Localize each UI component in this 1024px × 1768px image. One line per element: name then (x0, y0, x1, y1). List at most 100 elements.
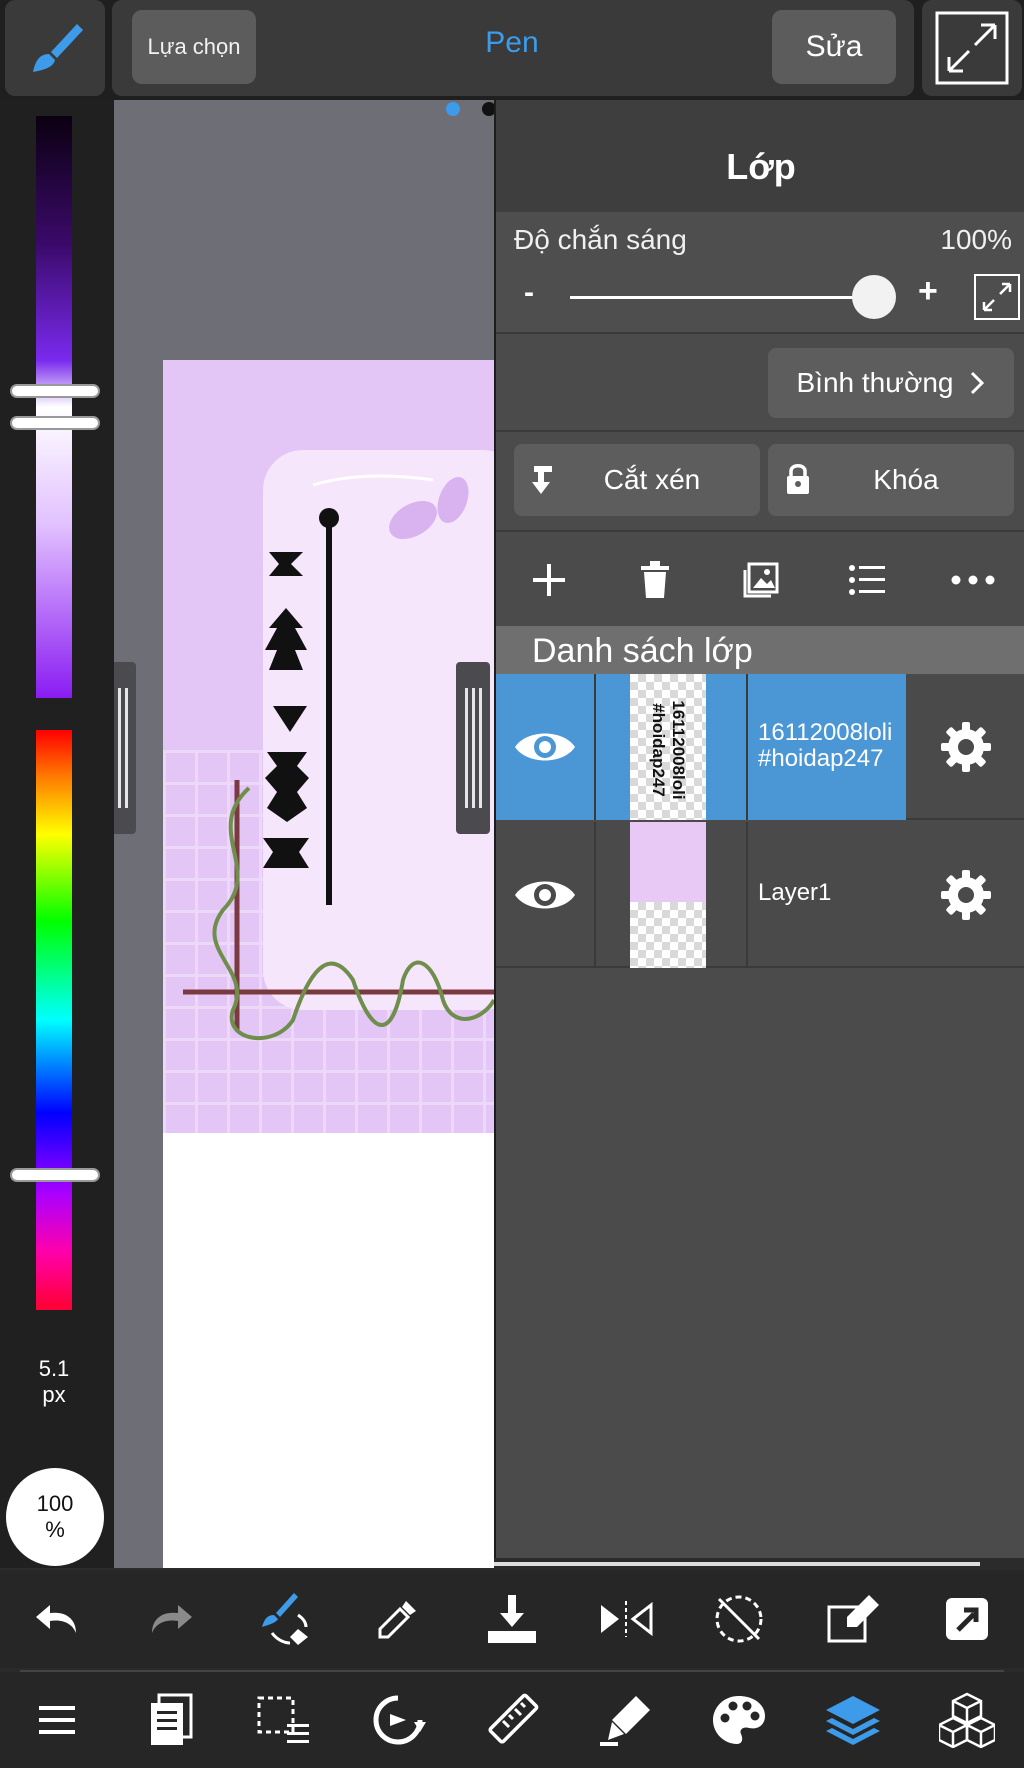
eye-icon (515, 733, 575, 761)
color-panel: 5.1 px 100 % (0, 100, 114, 1568)
layer-thumbnail (630, 822, 706, 968)
bottom-toolbar-primary (0, 1570, 1024, 1668)
layer-opacity-section: Độ chắn sáng 100% - + (496, 212, 1024, 334)
list-icon (849, 565, 885, 595)
layer-actions-bar (496, 534, 1024, 626)
clipping-button[interactable]: Cắt xén (514, 444, 760, 516)
brightness-handle-top[interactable] (12, 386, 98, 396)
layer-list-button[interactable] (821, 540, 913, 620)
opacity-slider-track[interactable] (570, 296, 870, 299)
rotate-canvas-button[interactable] (352, 1680, 444, 1760)
add-layer-button[interactable] (503, 540, 595, 620)
bottom-toolbar-secondary (0, 1672, 1024, 1768)
color-palette-button[interactable] (693, 1680, 785, 1760)
artboard[interactable] (163, 360, 494, 1568)
brush-swap-icon (262, 1593, 309, 1645)
layers-panel: Lớp Độ chắn sáng 100% - + Bình thường Cắ… (494, 100, 1024, 1558)
blend-mode-button[interactable]: Bình thường (768, 348, 1014, 418)
brush-tool-button[interactable] (5, 0, 105, 96)
redo-button[interactable] (125, 1579, 217, 1659)
opacity-expand-button[interactable] (974, 274, 1020, 320)
brightness-slider[interactable] (36, 116, 72, 698)
layer-name: 16112008loli #hoidap247 (758, 720, 892, 772)
scroll-indicator (494, 1562, 980, 1566)
layer-name-line-1: 16112008loli (758, 719, 893, 746)
share-button[interactable] (921, 1579, 1013, 1659)
brush-icon (33, 24, 83, 72)
layer-visibility-toggle[interactable] (496, 822, 596, 968)
layers-panel-title: Lớp (726, 146, 796, 187)
layer-row[interactable]: 16112008loli #hoidap247 16112008loli #ho… (496, 674, 1024, 820)
redo-icon (151, 1605, 192, 1633)
right-canvas-handle[interactable] (456, 662, 490, 834)
brush-transform-button[interactable] (238, 1579, 330, 1659)
menu-button[interactable] (11, 1680, 103, 1760)
blend-mode-section: Bình thường (496, 336, 1024, 432)
selection-button[interactable]: Lựa chọn (132, 10, 256, 84)
layer-thumbnail-text: 16112008loli #hoidap247 (649, 700, 688, 800)
download-icon (487, 1595, 536, 1643)
more-options-button[interactable] (927, 540, 1019, 620)
brush-opacity-indicator[interactable]: 100 % (6, 1468, 104, 1566)
more-icon (951, 575, 995, 585)
hue-handle[interactable] (12, 1170, 98, 1180)
layer-list-header: Danh sách lớp (496, 626, 1024, 674)
share-icon (946, 1598, 988, 1640)
layer-thumbnail-cell: 16112008loli #hoidap247 (596, 674, 748, 820)
canvas-area[interactable] (114, 100, 494, 1568)
layer-thumbnail-art (630, 822, 706, 902)
layer-row[interactable]: Layer1 (496, 822, 1024, 968)
layer-settings-button[interactable] (906, 822, 1024, 968)
edit-button[interactable]: Sửa (772, 10, 896, 84)
opacity-decrease-button[interactable]: - (524, 276, 534, 310)
fill-tool-button[interactable] (580, 1680, 672, 1760)
fullscreen-button[interactable] (922, 0, 1022, 96)
brush-size-indicator[interactable]: 5.1 px (0, 1356, 108, 1408)
flip-icon (600, 1601, 653, 1637)
layer-settings-button[interactable] (906, 674, 1024, 820)
import-image-button[interactable] (715, 540, 807, 620)
brightness-handle[interactable] (12, 418, 98, 428)
rotate-off-icon (715, 1595, 763, 1643)
delete-layer-button[interactable] (609, 540, 701, 620)
layer-thumbnail-cell (596, 822, 748, 968)
layer-name-line-2: #hoidap247 (758, 745, 884, 772)
hamburger-menu-icon (38, 1706, 75, 1734)
flip-button[interactable] (580, 1579, 672, 1659)
opacity-slider-knob[interactable] (852, 275, 896, 319)
rotate-reset-button[interactable] (693, 1579, 785, 1659)
pages-button[interactable] (125, 1680, 217, 1760)
hue-slider[interactable] (36, 730, 72, 1310)
image-icon (743, 562, 779, 598)
layer-thumbnail: 16112008loli #hoidap247 (630, 674, 706, 820)
undo-button[interactable] (11, 1579, 103, 1659)
lock-button[interactable]: Khóa (768, 444, 1014, 516)
brush-opacity-unit: % (45, 1517, 65, 1542)
left-canvas-handle[interactable] (114, 662, 136, 834)
3d-material-button[interactable] (921, 1680, 1013, 1760)
marker-icon (599, 1696, 650, 1746)
layers-button[interactable] (807, 1680, 899, 1760)
lock-label: Khóa (873, 464, 939, 495)
ruler-button[interactable] (466, 1680, 558, 1760)
palette-icon (713, 1696, 766, 1744)
edit-box-icon (827, 1595, 880, 1643)
gear-icon (941, 722, 991, 772)
clipping-label: Cắt xén (603, 464, 701, 495)
transform-button[interactable] (807, 1579, 899, 1659)
top-toolbar: Lựa chọn Pen Sửa (112, 0, 914, 96)
layers-panel-header: Lớp (496, 100, 1024, 212)
current-tool-title: Pen (485, 26, 539, 59)
eyedropper-icon (378, 1601, 417, 1639)
save-button[interactable] (466, 1579, 558, 1659)
document-icon (150, 1693, 193, 1745)
layer-visibility-toggle[interactable] (496, 674, 596, 820)
selection-icon (257, 1696, 310, 1743)
selection-tool-button[interactable] (238, 1680, 330, 1760)
eye-icon (515, 881, 575, 909)
artwork-drawing (183, 474, 494, 1040)
blend-mode-label: Bình thường (796, 367, 954, 398)
eyedropper-button[interactable] (352, 1579, 444, 1659)
opacity-increase-button[interactable]: + (918, 272, 938, 311)
brush-size-value: 5.1 (38, 1356, 70, 1381)
